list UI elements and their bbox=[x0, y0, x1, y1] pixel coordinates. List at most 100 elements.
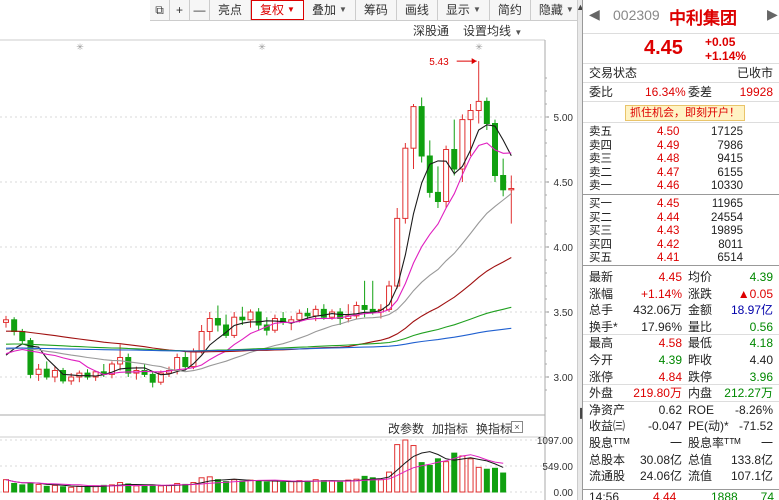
stat-value: 24.06亿 bbox=[639, 469, 682, 484]
northbound-label[interactable]: 深股通 bbox=[413, 22, 449, 39]
ask-row[interactable]: 卖二 4.47 6155 bbox=[583, 167, 779, 181]
candle-body bbox=[296, 312, 303, 321]
candle-body bbox=[508, 188, 515, 191]
candle-body bbox=[35, 368, 42, 375]
toolbar-button[interactable]: 筹码 bbox=[355, 0, 397, 20]
stat-label: 收益㈢ bbox=[589, 419, 626, 434]
restore-icon[interactable]: ⧉ bbox=[150, 0, 170, 20]
bid-label: 买二 bbox=[589, 211, 612, 224]
volume-bar bbox=[182, 483, 189, 493]
candle-body bbox=[19, 331, 26, 342]
chart-toolbar: ⧉+—亮点复权▼叠加▼筹码画线显示▼简约隐藏▼– bbox=[150, 0, 603, 21]
toolbar-button[interactable]: 叠加 ▼ bbox=[303, 0, 356, 20]
stat-value: 219.80万 bbox=[633, 386, 682, 401]
edit-params-button[interactable]: 改参数 bbox=[388, 420, 424, 437]
volume-bar bbox=[223, 481, 230, 493]
ask-label: 卖四 bbox=[589, 139, 612, 152]
ask-label: 卖二 bbox=[589, 166, 612, 179]
toolbar-button[interactable]: 简约 bbox=[489, 0, 531, 20]
stat-row: 最高 4.58 最低 4.18 bbox=[583, 335, 779, 352]
trade-status-label: 交易状态 bbox=[589, 66, 638, 80]
candle-body bbox=[361, 305, 368, 310]
toolbar-button[interactable]: 复权 ▼ bbox=[251, 0, 304, 20]
candle-body bbox=[174, 357, 181, 371]
stat-label: 均价 bbox=[688, 270, 713, 284]
volume-bar bbox=[329, 480, 335, 493]
chevron-down-icon: ▼ bbox=[338, 5, 347, 14]
toolbar-button[interactable]: 亮点 bbox=[210, 0, 252, 20]
volume-bar bbox=[133, 485, 140, 493]
bid-row[interactable]: 买五 4.41 6514 bbox=[583, 252, 779, 266]
volume-bar bbox=[141, 485, 148, 493]
volume-bar bbox=[68, 486, 75, 493]
toolbar-button[interactable]: 画线 bbox=[396, 0, 438, 20]
quote-stats: 最新 4.45 均价 4.39 涨幅 +1.14% 涨跌 ▲0.05 总手 432.06万 金额 18… bbox=[583, 266, 779, 485]
bid-vol: 6514 bbox=[717, 252, 743, 265]
tick-count: 74 bbox=[760, 490, 774, 500]
stat-label: 今开 bbox=[589, 352, 614, 367]
stat-row: 净资产 0.62 ROE -8.26% bbox=[583, 402, 779, 419]
candle-body bbox=[394, 217, 401, 287]
stat-label: 净资产 bbox=[589, 402, 626, 417]
next-stock-icon[interactable]: ▶ bbox=[767, 6, 778, 23]
volume-bar bbox=[467, 458, 474, 493]
toolbar-button-label: 简约 bbox=[497, 3, 522, 17]
stat-label: 换手* bbox=[589, 319, 618, 334]
weicha-label: 委差 bbox=[688, 85, 713, 99]
bid-row[interactable]: 买二 4.44 24554 bbox=[583, 212, 779, 226]
tick-volume: 1888 bbox=[711, 490, 738, 500]
volume-bar bbox=[345, 479, 352, 493]
volume-bar bbox=[60, 486, 67, 493]
promo-banner: 抓住机会，即刻开户！ bbox=[583, 102, 779, 123]
ask-row[interactable]: 卖四 4.49 7986 bbox=[583, 140, 779, 154]
volume-bar bbox=[377, 479, 384, 493]
open-account-link[interactable]: 抓住机会，即刻开户！ bbox=[625, 105, 745, 121]
bid-row[interactable]: 买三 4.43 19895 bbox=[583, 225, 779, 239]
ma-setting-dropdown[interactable]: 设置均线 ▼ bbox=[463, 22, 522, 39]
stock-code: 002309 bbox=[613, 7, 660, 23]
candle-body bbox=[11, 319, 18, 332]
toolbar-button[interactable]: 显示 ▼ bbox=[437, 0, 490, 20]
stat-label: 涨停 bbox=[589, 369, 614, 384]
prev-stock-icon[interactable]: ◀ bbox=[589, 6, 600, 23]
switch-indicator-button[interactable]: 换指标 bbox=[476, 420, 512, 437]
weibi-value: 16.34% bbox=[645, 85, 686, 99]
volume-bar bbox=[157, 485, 164, 493]
ask-label: 卖一 bbox=[589, 180, 612, 193]
zoom-out-icon[interactable]: — bbox=[190, 0, 210, 20]
stat-value: 一 bbox=[760, 435, 773, 450]
volume-tick-label: 1097.00 bbox=[537, 436, 574, 447]
close-indicator-icon[interactable]: × bbox=[511, 421, 523, 433]
ask-row[interactable]: 卖三 4.48 9415 bbox=[583, 153, 779, 167]
add-indicator-button[interactable]: 加指标 bbox=[432, 420, 468, 437]
stat-value: 3.96 bbox=[749, 369, 773, 384]
bid-label: 买五 bbox=[589, 252, 612, 265]
bid-row[interactable]: 买四 4.42 8011 bbox=[583, 239, 779, 253]
stat-value: 432.06万 bbox=[633, 303, 682, 318]
candle-body bbox=[43, 368, 50, 378]
stat-label: 最低 bbox=[688, 336, 713, 351]
stat-label: 外盘 bbox=[589, 386, 614, 401]
candle-body bbox=[125, 357, 132, 374]
bid-vol: 11965 bbox=[711, 198, 743, 210]
volume-bar bbox=[214, 479, 221, 493]
zoom-in-icon[interactable]: + bbox=[170, 0, 190, 20]
stat-value: 4.40 bbox=[749, 352, 773, 367]
high-marker-label: 5.43 bbox=[429, 57, 449, 68]
ask-row[interactable]: 卖一 4.46 10330 bbox=[583, 180, 779, 194]
ask-row[interactable]: 卖五 4.50 17125 bbox=[583, 126, 779, 140]
candle-body bbox=[434, 191, 441, 202]
bid-row[interactable]: 买一 4.45 11965 bbox=[583, 198, 779, 212]
volume-bar bbox=[320, 480, 327, 493]
stat-label: 总值 bbox=[688, 452, 713, 467]
stat-label: 股息ᵀᵀᴹ bbox=[589, 435, 630, 450]
tick-price: 4.44 bbox=[653, 490, 677, 500]
price-tick-label: 4.50 bbox=[554, 178, 574, 189]
stat-row: 今开 4.39 昨收 4.40 bbox=[583, 352, 779, 369]
toolbar-button-label: 隐藏 bbox=[538, 3, 563, 17]
volume-bar bbox=[402, 439, 409, 493]
toolbar-button-label: 亮点 bbox=[218, 3, 243, 17]
chevron-down-icon: ▼ bbox=[287, 5, 295, 14]
candle-body bbox=[402, 147, 409, 219]
volume-bar bbox=[443, 461, 450, 493]
